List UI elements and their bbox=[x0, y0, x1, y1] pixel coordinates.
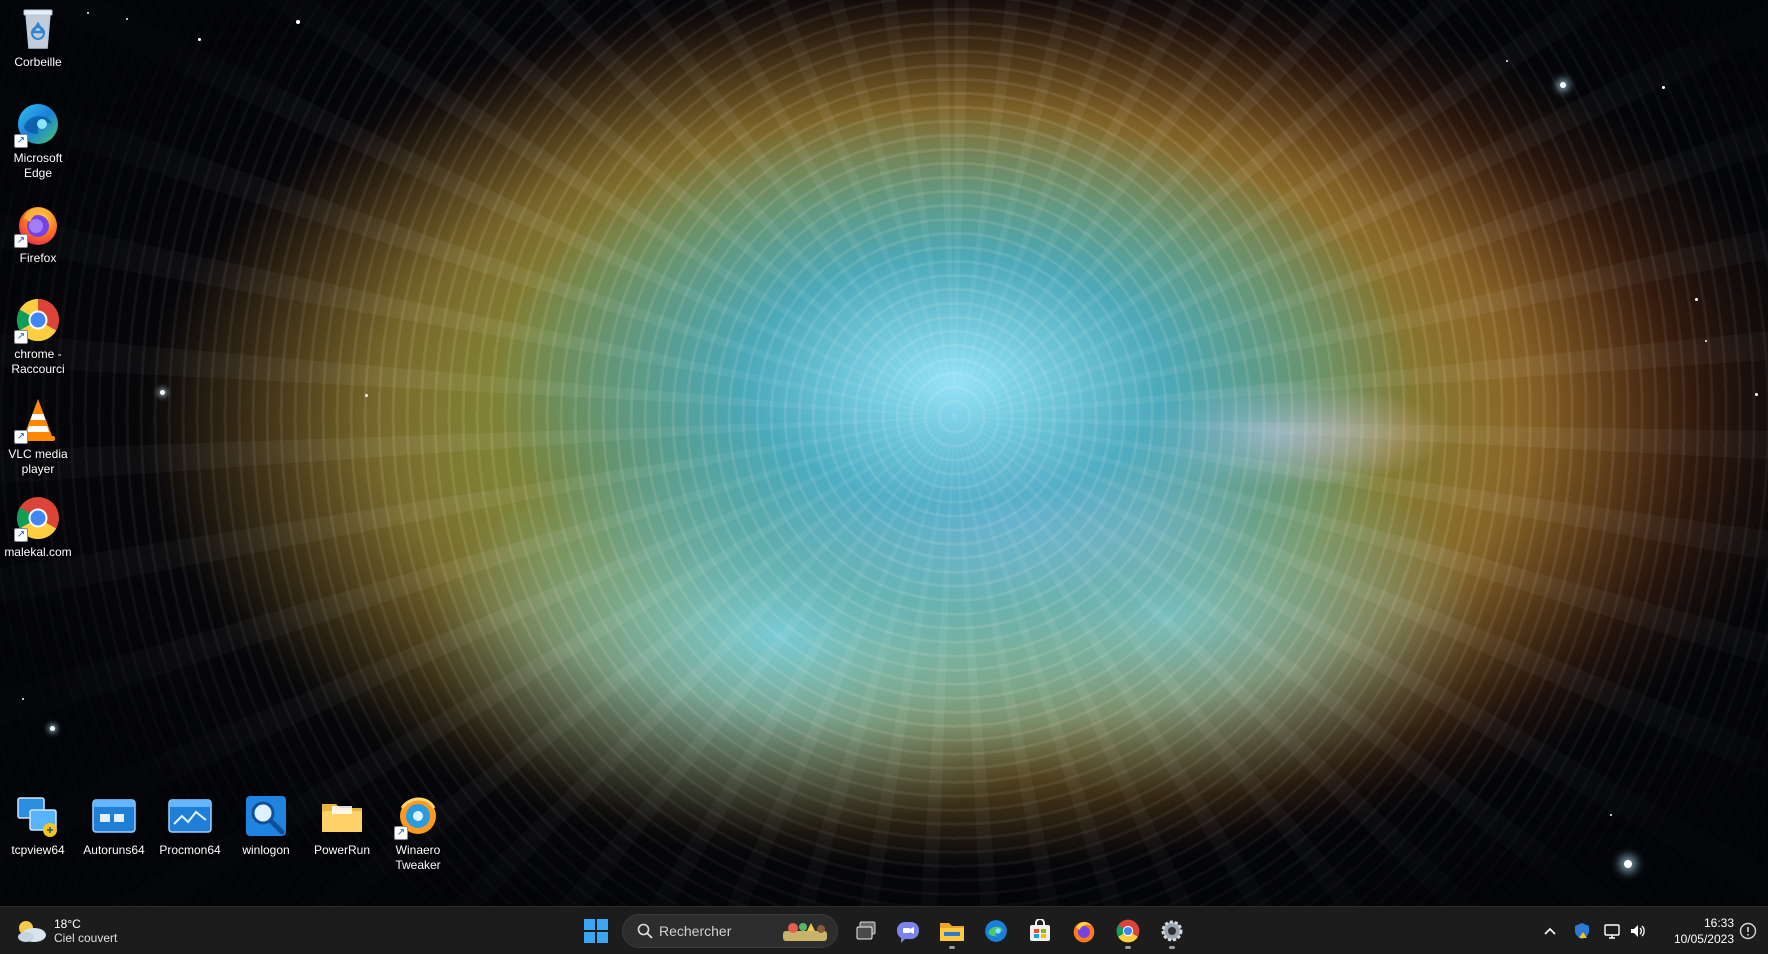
volume-icon bbox=[1631, 925, 1645, 937]
desktop-icon-powerrun[interactable]: PowerRun bbox=[304, 792, 380, 858]
chrome-icon bbox=[1116, 919, 1140, 943]
desktop-icon-firefox[interactable]: ↗ Firefox bbox=[0, 200, 76, 266]
desktop-icon-autoruns64[interactable]: Autoruns64 bbox=[76, 792, 152, 858]
star bbox=[160, 390, 165, 395]
start-button[interactable] bbox=[578, 913, 614, 949]
firefox-icon bbox=[1073, 921, 1095, 943]
notification-icon bbox=[1739, 922, 1757, 940]
desktop-icon-label: Corbeille bbox=[14, 55, 62, 69]
star bbox=[1610, 814, 1612, 816]
wallpaper-vignette bbox=[0, 0, 1768, 906]
store-button[interactable] bbox=[1022, 913, 1058, 949]
star bbox=[1695, 298, 1698, 301]
weather-temperature: 18°C bbox=[54, 917, 81, 931]
desktop-icon-chrome-shortcut[interactable]: ↗ chrome - Raccourci bbox=[0, 296, 76, 377]
taskbar: 18°C Ciel couvert Rechercher 16:33 10/05… bbox=[0, 906, 1768, 954]
desktop-icon-label: PowerRun bbox=[313, 843, 371, 857]
desktop-icon-label: Microsoft Edge bbox=[13, 151, 63, 180]
desktop-icon-microsoft-edge[interactable]: ↗ Microsoft Edge bbox=[0, 100, 76, 181]
star bbox=[1560, 82, 1566, 88]
show-hidden-icons-button[interactable] bbox=[1538, 917, 1562, 945]
clock-time: 16:33 bbox=[1703, 916, 1734, 930]
task-view-button[interactable] bbox=[848, 913, 884, 949]
star bbox=[126, 18, 128, 20]
settings-icon bbox=[1161, 920, 1183, 942]
file-explorer-button[interactable] bbox=[934, 913, 970, 949]
recycle-bin-icon bbox=[23, 9, 53, 49]
shortcut-arrow-icon: ↗ bbox=[394, 826, 408, 840]
desktop-icon-tcpview64[interactable]: tcpview64 bbox=[0, 792, 76, 858]
star bbox=[296, 20, 300, 24]
shortcut-arrow-icon: ↗ bbox=[14, 330, 28, 344]
star bbox=[198, 38, 201, 41]
shortcut-arrow-icon: ↗ bbox=[14, 528, 28, 542]
shortcut-arrow-icon: ↗ bbox=[14, 134, 28, 148]
settings-taskbar-button[interactable] bbox=[1154, 913, 1190, 949]
search-highlight-icon bbox=[783, 923, 827, 941]
desktop-icon-label: Firefox bbox=[19, 251, 57, 265]
procmon-icon bbox=[168, 799, 212, 833]
tcpview-icon bbox=[17, 797, 57, 837]
chevron-up-icon bbox=[1544, 927, 1556, 935]
windows-security-tray[interactable] bbox=[1570, 917, 1594, 945]
desktop-icon-label: tcpview64 bbox=[11, 843, 65, 857]
desktop-icon-label: winlogon bbox=[242, 843, 290, 857]
star bbox=[1506, 60, 1508, 62]
desktop-icon-label: malekal.com bbox=[4, 545, 72, 559]
autoruns-icon bbox=[92, 799, 136, 833]
weather-condition: Ciel couvert bbox=[54, 931, 118, 945]
desktop-icon-winaero-tweaker[interactable]: ↗ Winaero Tweaker bbox=[380, 792, 456, 873]
star bbox=[22, 698, 24, 700]
taskbar-clock[interactable]: 16:33 10/05/2023 bbox=[1654, 915, 1734, 947]
star bbox=[1755, 393, 1758, 396]
network-icon bbox=[1604, 924, 1620, 939]
desktop-icon-label: Autoruns64 bbox=[83, 843, 145, 857]
clock-date: 10/05/2023 bbox=[1673, 932, 1734, 946]
weather-widget[interactable]: 18°C Ciel couvert bbox=[14, 913, 144, 949]
teams-chat-icon bbox=[897, 922, 919, 943]
search-placeholder: Rechercher bbox=[659, 923, 732, 939]
magnifier-icon bbox=[246, 796, 286, 836]
star bbox=[50, 726, 55, 731]
desktop-icon-label: Procmon64 bbox=[159, 843, 221, 857]
desktop-icon-procmon64[interactable]: Procmon64 bbox=[152, 792, 228, 858]
star bbox=[365, 394, 368, 397]
network-tray[interactable] bbox=[1600, 917, 1624, 945]
star bbox=[1705, 340, 1707, 342]
desktop-icon-label: Winaero Tweaker bbox=[395, 843, 441, 872]
firefox-taskbar-button[interactable] bbox=[1066, 913, 1102, 949]
chrome-taskbar-button[interactable] bbox=[1110, 913, 1146, 949]
star bbox=[1624, 860, 1632, 868]
teams-chat-button[interactable] bbox=[890, 913, 926, 949]
volume-tray[interactable] bbox=[1626, 917, 1650, 945]
notification-center-button[interactable] bbox=[1736, 917, 1760, 945]
edge-taskbar-button[interactable] bbox=[978, 913, 1014, 949]
task-view-icon bbox=[856, 921, 876, 940]
shortcut-arrow-icon: ↗ bbox=[14, 430, 28, 444]
star bbox=[87, 12, 89, 14]
desktop-icon-label: VLC media player bbox=[8, 447, 68, 476]
search-icon bbox=[637, 923, 653, 939]
taskbar-search-box[interactable]: Rechercher bbox=[622, 914, 838, 948]
desktop-icon-malekal[interactable]: ↗ malekal.com bbox=[0, 494, 76, 560]
desktop-icon-label: chrome - Raccourci bbox=[11, 347, 65, 376]
start-icon bbox=[584, 919, 608, 943]
desktop-icon-winlogon[interactable]: winlogon bbox=[228, 792, 304, 858]
desktop-icon-vlc[interactable]: ↗ VLC media player bbox=[0, 396, 76, 477]
cloudy-weather-icon bbox=[18, 921, 46, 942]
file-explorer-icon bbox=[940, 923, 964, 941]
security-icon bbox=[1575, 923, 1589, 939]
folder-icon bbox=[322, 804, 362, 832]
desktop-wallpaper bbox=[0, 0, 1768, 906]
edge-icon bbox=[985, 920, 1007, 942]
star bbox=[1662, 86, 1665, 89]
store-icon bbox=[1030, 919, 1050, 941]
shortcut-arrow-icon: ↗ bbox=[14, 234, 28, 248]
desktop-icon-recycle-bin[interactable]: Corbeille bbox=[0, 4, 76, 70]
